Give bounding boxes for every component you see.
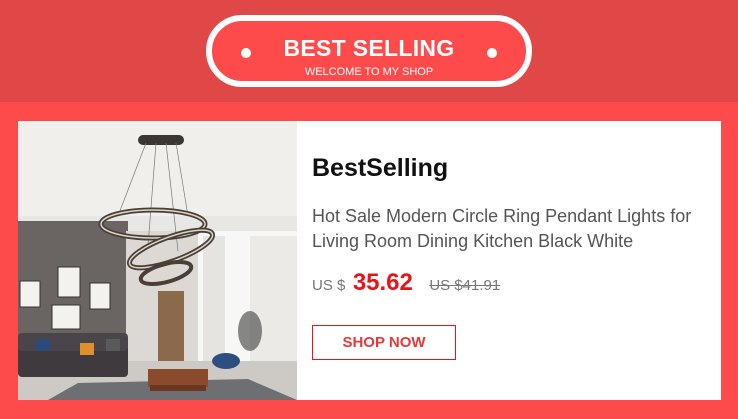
currency-label: US $ <box>312 277 346 294</box>
shop-now-button[interactable]: SHOP NOW <box>312 325 456 360</box>
banner-title: BEST SELLING <box>283 35 455 61</box>
product-info: BestSelling Hot Sale Modern Circle Ring … <box>312 121 721 400</box>
product-description[interactable]: Hot Sale Modern Circle Ring Pendant Ligh… <box>312 204 712 254</box>
product-name: BestSelling <box>312 154 449 182</box>
product-image[interactable] <box>18 121 297 400</box>
best-selling-badge: BEST SELLING WELCOME TO MY SHOP <box>206 15 532 87</box>
product-card: BestSelling Hot Sale Modern Circle Ring … <box>18 121 721 400</box>
price-row: US $ 35.62 US $41.91 <box>312 269 500 297</box>
sale-price: 35.62 <box>352 269 413 296</box>
banner-subtitle: WELCOME TO MY SHOP <box>304 66 434 78</box>
original-price: US $41.91 <box>429 277 501 294</box>
